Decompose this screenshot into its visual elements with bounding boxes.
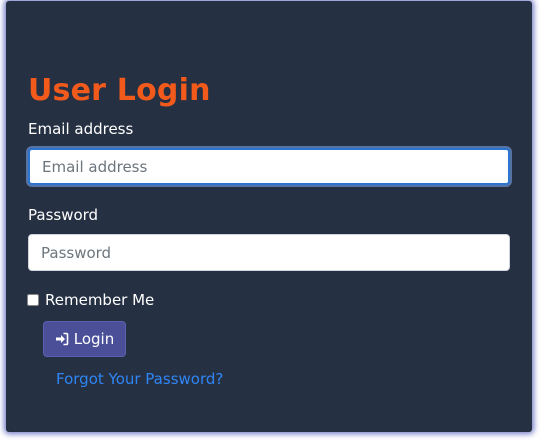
email-label: Email address — [28, 120, 134, 138]
page-title: User Login — [28, 73, 211, 108]
remember-me-label[interactable]: Remember Me — [45, 291, 154, 309]
login-panel: User Login Email address Password Rememb… — [6, 1, 532, 432]
password-label: Password — [28, 206, 99, 224]
forgot-password-link[interactable]: Forgot Your Password? — [56, 370, 223, 388]
password-field[interactable] — [28, 234, 510, 271]
login-button-label: Login — [73, 330, 115, 348]
email-field[interactable] — [28, 148, 510, 185]
remember-me-row: Remember Me — [27, 291, 154, 309]
sign-in-icon — [55, 332, 69, 346]
login-button[interactable]: Login — [43, 321, 126, 357]
remember-me-checkbox[interactable] — [27, 294, 39, 306]
